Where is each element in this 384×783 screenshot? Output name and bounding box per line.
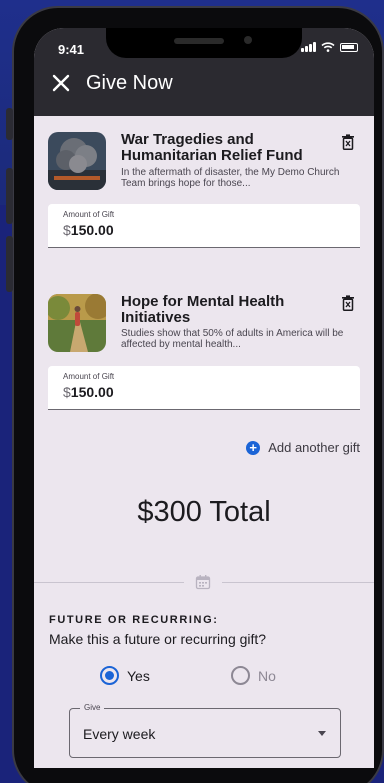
amount-field[interactable]: Amount of Gift $150.00: [48, 366, 360, 410]
status-icons: [301, 42, 358, 52]
currency-symbol: $: [63, 384, 71, 400]
mute-switch: [6, 108, 13, 140]
radio-no[interactable]: No: [231, 666, 276, 685]
gift-thumbnail-war-relief: [48, 132, 106, 190]
amount-field[interactable]: Amount of Gift $150.00: [48, 204, 360, 248]
radio-yes[interactable]: Yes: [100, 666, 150, 685]
add-another-gift-button[interactable]: + Add another gift: [246, 440, 360, 455]
front-camera: [244, 36, 252, 44]
plus-circle-icon: +: [246, 440, 261, 455]
gift-total: $300 Total: [137, 496, 271, 528]
signal-icon: [301, 42, 316, 52]
add-gift-label: Add another gift: [268, 440, 360, 455]
volume-up-button: [6, 168, 13, 224]
gift-description: In the aftermath of disaster, the My Dem…: [121, 167, 340, 189]
status-time: 9:41: [58, 42, 85, 57]
amount-label: Amount of Gift: [63, 372, 115, 381]
amount-number: 150.00: [70, 222, 114, 238]
radio-selected-icon: [100, 666, 119, 685]
amount-label: Amount of Gift: [63, 210, 115, 219]
trash-icon[interactable]: [341, 295, 355, 311]
trash-icon[interactable]: [341, 134, 355, 150]
recurring-question: Make this a future or recurring gift?: [49, 631, 267, 647]
app-bar: 9:41 Give Now: [34, 28, 374, 116]
park-path-image-icon: [48, 294, 106, 352]
gift-thumbnail-mental-health: [48, 294, 106, 352]
divider-left: [34, 582, 184, 583]
divider-right: [222, 582, 374, 583]
notch: [106, 28, 302, 58]
frequency-select[interactable]: Give Every week: [69, 703, 341, 758]
radio-label: No: [258, 667, 276, 684]
dropdown-arrow-icon: [318, 731, 326, 736]
select-legend: Give: [80, 703, 105, 712]
wifi-icon: [321, 42, 335, 52]
currency-symbol: $: [63, 222, 71, 238]
speaker-grille: [174, 38, 224, 44]
select-value: Every week: [83, 726, 156, 742]
radio-label: Yes: [127, 667, 150, 684]
gift-title: War Tragedies and Humanitarian Relief Fu…: [121, 131, 303, 164]
amount-value[interactable]: $150.00: [63, 384, 114, 400]
gift-title: Hope for Mental Health Initiatives: [121, 293, 285, 326]
close-icon[interactable]: [50, 72, 72, 94]
amount-number: 150.00: [70, 384, 114, 400]
volume-down-button: [6, 236, 13, 292]
calendar-icon: [195, 575, 211, 590]
app-screen: 9:41 Give Now War Tragedies and Humanita…: [34, 28, 374, 768]
smoke-image-icon: [48, 132, 106, 190]
radio-unselected-icon: [231, 666, 250, 685]
recurring-heading: FUTURE OR RECURRING:: [49, 614, 219, 626]
page-title: Give Now: [86, 72, 173, 94]
amount-value[interactable]: $150.00: [63, 222, 114, 238]
battery-icon: [340, 43, 358, 52]
gift-description: Studies show that 50% of adults in Ameri…: [121, 328, 344, 350]
